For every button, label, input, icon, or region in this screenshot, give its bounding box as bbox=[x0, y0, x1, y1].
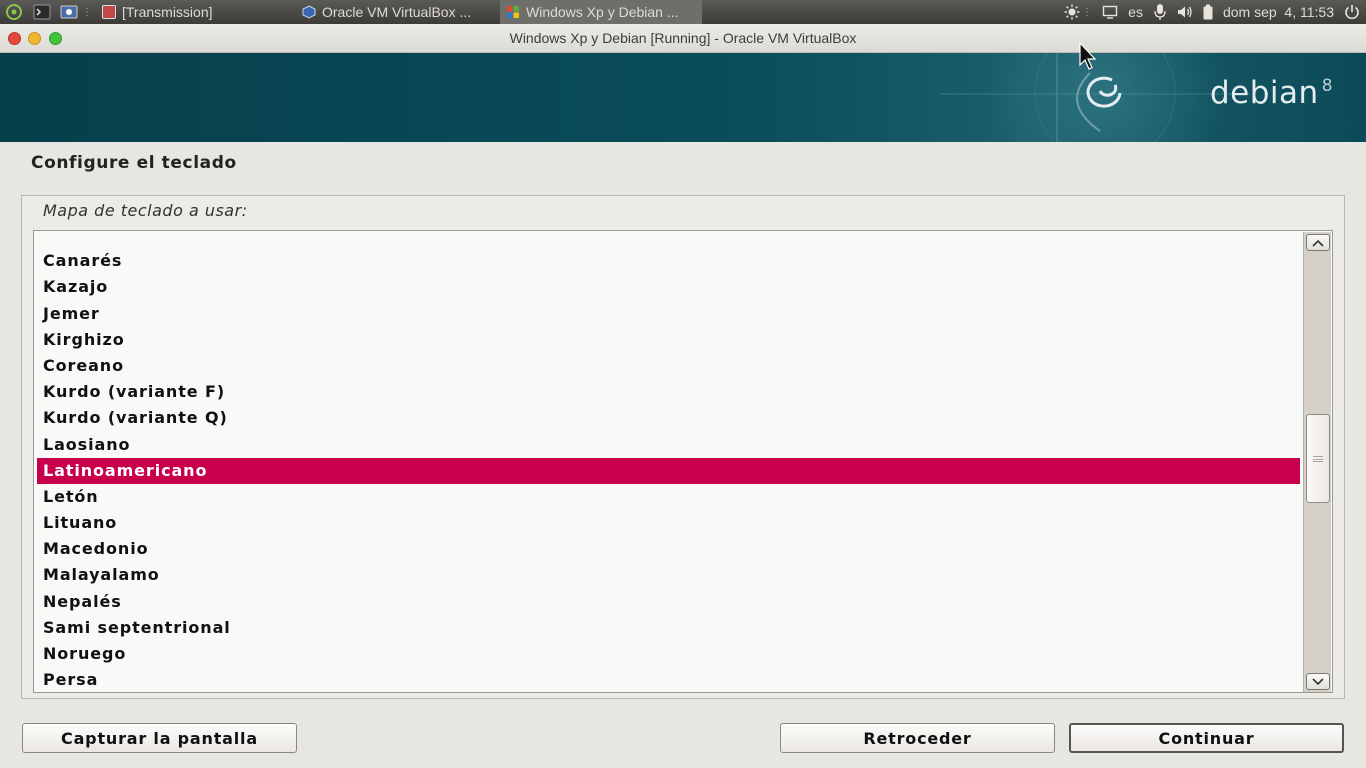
indicator-area: ⋮ es dom sep 4, 11:53 bbox=[1064, 0, 1366, 24]
keymap-scrollbar[interactable] bbox=[1303, 232, 1331, 692]
volume-icon[interactable] bbox=[1177, 5, 1193, 19]
terminal-launcher[interactable] bbox=[28, 0, 56, 24]
top-panel: ⋮ [Transmission] Oracle VM VirtualBox ..… bbox=[0, 0, 1366, 24]
keymap-list-label: Mapa de teclado a usar: bbox=[43, 201, 248, 220]
keymap-list-items: Canarés Kazajo Jemer Kirghizo Coreano Kurdo (… bbox=[34, 239, 1300, 692]
clock[interactable]: dom sep 4, 11:53 bbox=[1223, 4, 1334, 20]
list-item[interactable]: Letón bbox=[34, 484, 1300, 510]
windows-xp-icon bbox=[507, 6, 519, 18]
mouse-cursor-icon bbox=[1079, 41, 1097, 70]
handle-icon: ⋮ bbox=[1082, 6, 1093, 18]
list-item-clipped[interactable] bbox=[34, 231, 1300, 248]
chevron-up-icon bbox=[1312, 239, 1324, 247]
list-item[interactable]: Canarés bbox=[34, 248, 1300, 274]
debian-version: 8 bbox=[1321, 76, 1334, 96]
window-close-button[interactable] bbox=[8, 32, 21, 45]
dash-icon bbox=[6, 4, 22, 20]
scroll-down-button[interactable] bbox=[1306, 673, 1330, 690]
window-minimize-button[interactable] bbox=[28, 32, 41, 45]
debian-logo-text: debian bbox=[1210, 75, 1319, 111]
list-item[interactable]: Laosiano bbox=[34, 432, 1300, 458]
microphone-icon[interactable] bbox=[1153, 3, 1167, 21]
battery-icon[interactable] bbox=[1203, 4, 1213, 20]
page-title: Configure el teclado bbox=[31, 153, 237, 173]
list-item-selected[interactable]: Latinoamericano bbox=[37, 457, 1300, 484]
list-item[interactable]: Coreano bbox=[34, 353, 1300, 379]
debian-logo: debian 8 bbox=[1210, 75, 1333, 111]
list-item[interactable]: Kirghizo bbox=[34, 327, 1300, 353]
list-item[interactable]: Lituano bbox=[34, 510, 1300, 536]
list-item[interactable]: Persa bbox=[34, 667, 1300, 692]
task-transmission[interactable]: [Transmission] bbox=[96, 0, 296, 24]
list-item[interactable]: Kazajo bbox=[34, 274, 1300, 300]
list-item[interactable]: Noruego bbox=[34, 641, 1300, 667]
chevron-down-icon bbox=[1312, 677, 1324, 685]
screenshot-tool-icon bbox=[60, 5, 78, 19]
power-icon[interactable] bbox=[1344, 4, 1360, 20]
screenshot-button[interactable]: Capturar la pantalla bbox=[22, 723, 297, 753]
continue-button[interactable]: Continuar bbox=[1069, 723, 1344, 753]
keyboard-layout-indicator[interactable]: es bbox=[1128, 4, 1143, 20]
keymap-listbox[interactable]: Canarés Kazajo Jemer Kirghizo Coreano Kurdo (… bbox=[33, 230, 1333, 693]
virtualbox-icon bbox=[302, 5, 316, 19]
brightness-icon[interactable] bbox=[1064, 4, 1080, 20]
list-item[interactable]: Jemer bbox=[34, 301, 1300, 327]
list-item[interactable]: Kurdo (variante Q) bbox=[34, 405, 1300, 431]
dash-launcher[interactable] bbox=[0, 0, 28, 24]
handle-icon: ⋮ bbox=[82, 6, 92, 18]
terminal-icon bbox=[33, 4, 51, 20]
task-label: [Transmission] bbox=[122, 4, 213, 20]
window-title: Windows Xp y Debian [Running] - Oracle V… bbox=[509, 30, 857, 46]
window-titlebar[interactable]: Windows Xp y Debian [Running] - Oracle V… bbox=[0, 24, 1366, 53]
task-label: Windows Xp y Debian ... bbox=[526, 4, 679, 20]
task-label: Oracle VM VirtualBox ... bbox=[322, 4, 472, 20]
debian-banner: debian 8 bbox=[0, 53, 1366, 142]
list-item[interactable]: Macedonio bbox=[34, 536, 1300, 562]
display-icon[interactable] bbox=[1102, 5, 1118, 19]
list-item[interactable]: Malayalamo bbox=[34, 562, 1300, 588]
scroll-up-button[interactable] bbox=[1306, 234, 1330, 251]
back-button[interactable]: Retroceder bbox=[780, 723, 1055, 753]
list-item[interactable]: Kurdo (variante F) bbox=[34, 379, 1300, 405]
scroll-thumb[interactable] bbox=[1306, 414, 1330, 504]
list-item[interactable]: Nepalés bbox=[34, 589, 1300, 615]
list-item[interactable]: Sami septentrional bbox=[34, 615, 1300, 641]
window-maximize-button[interactable] bbox=[49, 32, 62, 45]
task-virtualbox-manager[interactable]: Oracle VM VirtualBox ... bbox=[296, 0, 500, 24]
grip-icon bbox=[1313, 455, 1323, 462]
task-vm-window[interactable]: Windows Xp y Debian ... bbox=[500, 0, 702, 24]
transmission-icon bbox=[102, 5, 116, 19]
screenshot-launcher[interactable]: ⋮ bbox=[56, 0, 96, 24]
